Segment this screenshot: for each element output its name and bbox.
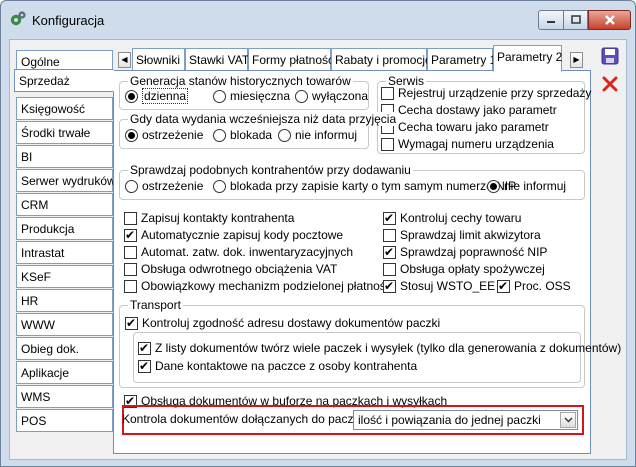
title-bar[interactable]: Konfiguracja	[1, 1, 635, 37]
sidebar-item-pos[interactable]: POS	[16, 409, 113, 432]
parametry-2-panel: Generacja stanów historycznych towarów d…	[113, 70, 621, 454]
sidebar-item-produkcja[interactable]: Produkcja	[16, 217, 113, 240]
history-group-title: Generacja stanów historycznych towarów	[128, 74, 353, 88]
sidebar-item-srodki-trwale[interactable]: Środki trwałe	[16, 121, 113, 144]
similar-contractors-group-title: Sprawdzaj podobnych kontrahentów przy do…	[128, 163, 413, 177]
service-register-device-checkbox[interactable]: Rejestruj urządzenie przy sprzedaży	[381, 85, 591, 101]
earlier-date-option-blokada[interactable]: blokada	[213, 127, 272, 143]
save-button[interactable]	[599, 45, 621, 67]
sidebar-item-obieg-dok[interactable]: Obieg dok.	[16, 337, 113, 360]
radio-circle[interactable]	[125, 89, 138, 103]
earlier-date-group: Gdy data wydania wcześniejsza niż data p…	[119, 112, 399, 149]
sidebar-item-aplikacje[interactable]: Aplikacje	[16, 361, 113, 384]
save-icon	[601, 47, 619, 65]
maximize-icon	[570, 15, 581, 24]
use-wsto-ee-checkbox[interactable]: ✔ Stosuj WSTO_EE	[383, 278, 495, 294]
reverse-charge-vat-checkbox[interactable]: Obsługa odwrotnego obciążenia VAT	[124, 261, 337, 277]
control-delivery-address-checkbox[interactable]: ✔ Kontroluj zgodność adresu dostawy dokum…	[125, 315, 440, 331]
multiple-packages-checkbox[interactable]: ✔ Z listy dokumentów twórz wiele paczek i…	[138, 340, 621, 356]
check-nip-validity-checkbox[interactable]: ✔ Sprawdzaj poprawność NIP	[383, 244, 547, 260]
save-contractor-contacts-checkbox[interactable]: Zapisuj kontakty kontrahenta	[124, 210, 294, 226]
dialog-client: Ogólne Sprzedaż Księgowość Środki trwałe…	[9, 39, 627, 460]
maximize-button[interactable]	[563, 10, 588, 30]
gear-icon	[10, 11, 26, 26]
history-option-miesieczna[interactable]: miesięczna	[213, 88, 290, 104]
service-product-feature-checkbox[interactable]: Cecha towaru jako parametr	[381, 119, 549, 135]
proc-oss-checkbox[interactable]: ✔ Proc. OSS	[497, 278, 571, 294]
sidebar-item-ksef[interactable]: KSeF	[16, 265, 113, 288]
similar-contractors-group: Sprawdzaj podobnych kontrahentów przy do…	[119, 163, 585, 200]
dropdown-arrow-button[interactable]	[560, 412, 576, 428]
radio-circle[interactable]	[213, 89, 226, 103]
service-group: Serwis Rejestruj urządzenie przy sprzeda…	[377, 74, 591, 154]
earlier-date-option-nie-informuj[interactable]: nie informuj	[278, 127, 357, 143]
similar-option-blokada-nip[interactable]: blokada przy zapisie karty o tym samym n…	[213, 178, 516, 194]
sidebar-item-ksiegowosc[interactable]: Księgowość	[16, 97, 113, 120]
similar-option-nie-informuj[interactable]: nie informuj	[487, 178, 566, 194]
sidebar-item-www[interactable]: WWW	[16, 313, 113, 336]
tab-stawki-vat[interactable]: Stawki VAT	[185, 48, 249, 71]
history-group: Generacja stanów historycznych towarów d…	[119, 74, 369, 110]
similar-option-ostrzezenie[interactable]: ostrzeżenie	[125, 178, 203, 194]
tabs-scroll-left-button[interactable]: ◀	[118, 52, 131, 68]
auto-approve-inventory-checkbox[interactable]: Automat. zatw. dok. inwentaryzacyjnych	[124, 244, 353, 260]
tab-rabaty-i-promocje[interactable]: Rabaty i promocje	[331, 48, 432, 71]
transport-group: Transport ✔ Kontroluj zgodność adresu dos…	[119, 298, 621, 388]
sidebar-item-serwer-wydrukow[interactable]: Serwer wydruków	[16, 169, 116, 192]
minimize-icon	[547, 21, 555, 23]
window-title: Konfiguracja	[32, 13, 105, 28]
sidebar-item-hr[interactable]: HR	[16, 289, 113, 312]
tab-parametry-1[interactable]: Parametry 1	[427, 48, 496, 71]
split-payment-checkbox[interactable]: Obowiązkowy mechanizm podzielonej płatno…	[124, 278, 394, 294]
earlier-date-option-ostrzezenie[interactable]: ostrzeżenie	[125, 127, 203, 143]
food-fee-checkbox[interactable]: Obsługa opłaty spożywczej	[383, 261, 545, 277]
tabs-scroll-right-button[interactable]: ▶	[570, 52, 583, 68]
package-control-value: ilość i powiązania do jednej paczki	[358, 413, 541, 427]
cancel-button[interactable]	[599, 73, 621, 95]
minimize-button[interactable]	[538, 10, 564, 30]
earlier-date-group-title: Gdy data wydania wcześniejsza niż data p…	[128, 112, 399, 126]
sidebar-item-crm[interactable]: CRM	[16, 193, 113, 216]
history-option-dzienna[interactable]: dzienna	[125, 88, 189, 104]
close-icon	[604, 15, 615, 25]
contact-from-contractor-checkbox[interactable]: ✔ Dane kontaktowe na paczce z osoby kontr…	[138, 358, 417, 374]
history-option-wylaczona[interactable]: wyłączona	[295, 88, 368, 104]
service-require-device-number-checkbox[interactable]: Wymagaj numeru urządzenia	[381, 136, 554, 152]
check-agent-limit-checkbox[interactable]: Sprawdzaj limit akwizytora	[383, 227, 541, 243]
auto-save-postal-codes-checkbox[interactable]: ✔ Automatycznie zapisuj kody pocztowe	[124, 227, 343, 243]
transport-group-title: Transport	[128, 298, 183, 312]
package-control-label: Kontrola dokumentów dołączanych do paczk…	[122, 412, 363, 426]
config-window: Konfiguracja Ogólne Sprzedaż Księgowość …	[0, 0, 636, 467]
chevron-down-icon	[564, 417, 572, 423]
tab-slowniki[interactable]: Słowniki	[132, 48, 185, 71]
sidebar-item-sprzedaz[interactable]: Sprzedaż	[14, 69, 114, 92]
sidebar-item-intrastat[interactable]: Intrastat	[16, 241, 113, 264]
close-button[interactable]	[588, 10, 631, 30]
radio-circle[interactable]	[295, 89, 308, 103]
cancel-x-icon	[602, 76, 618, 92]
tab-parametry-2[interactable]: Parametry 2	[493, 45, 562, 72]
tab-formy-platnosci[interactable]: Formy płatności	[248, 48, 337, 71]
service-delivery-feature-checkbox[interactable]: Cecha dostawy jako parametr	[381, 102, 557, 118]
sidebar-item-wms[interactable]: WMS	[16, 385, 113, 408]
control-product-features-checkbox[interactable]: ✔ Kontroluj cechy towaru	[383, 210, 521, 226]
package-control-select[interactable]: ilość i powiązania do jednej paczki	[353, 410, 578, 430]
sidebar-item-bi[interactable]: BI	[16, 145, 113, 168]
transport-sub-group: ✔ Z listy dokumentów twórz wiele paczek i…	[133, 332, 621, 383]
